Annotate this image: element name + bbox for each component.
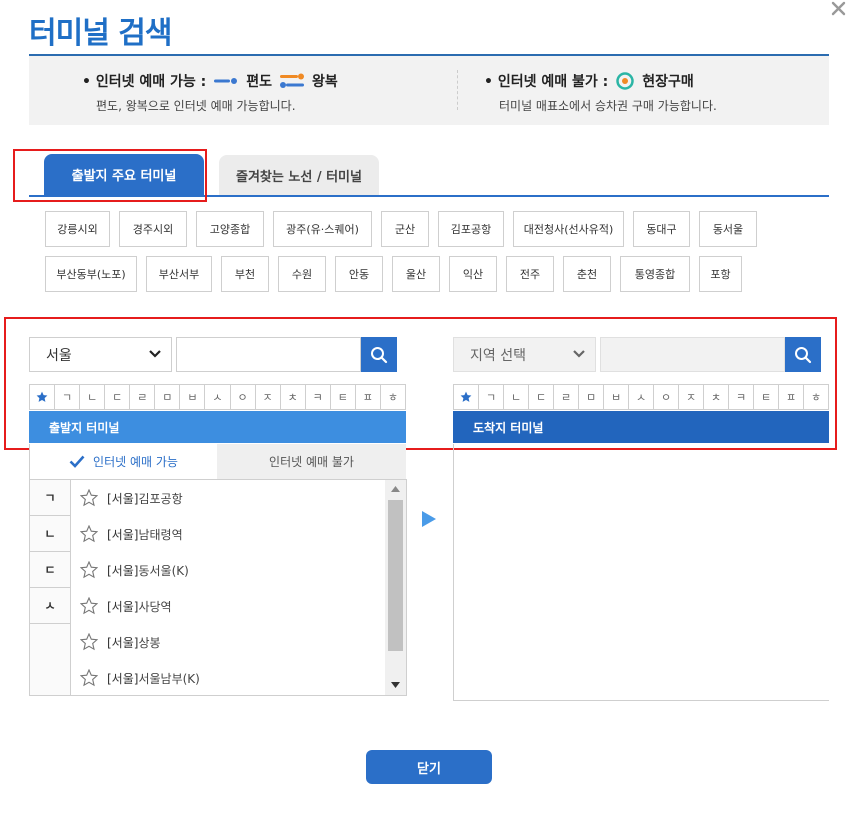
city-button[interactable]: 동대구	[633, 211, 690, 247]
terminal-name: 사당역	[138, 599, 172, 614]
close-icon[interactable]	[830, 0, 847, 17]
tab-online-available-label: 인터넷 예매 가능	[93, 455, 178, 469]
city-button[interactable]: 동서울	[699, 211, 757, 247]
city-button[interactable]: 춘천	[563, 256, 611, 292]
tab-online-unavailable[interactable]: 인터넷 예매 불가	[217, 444, 406, 479]
oneway-icon	[214, 78, 238, 84]
roundtrip-icon	[279, 73, 304, 88]
city-button[interactable]: 군산	[381, 211, 429, 247]
page-title: 터미널 검색	[29, 16, 172, 51]
terminal-list: ㄱ ㄴ ㄷ ㅅ [서울]김포공항 [서울]남태령역 [서울]동서울(K) [서울…	[29, 479, 407, 696]
scroll-up-icon[interactable]	[391, 486, 400, 492]
city-button[interactable]: 통영종합	[620, 256, 690, 292]
terminal-name: 남태령역	[138, 527, 183, 542]
terminal-name: 상봉	[138, 635, 161, 650]
list-item[interactable]: [서울]사당역	[80, 588, 172, 624]
checkmark-icon	[69, 455, 85, 468]
index-item[interactable]: ㄴ	[30, 516, 70, 552]
online-desc: 편도, 왕복으로 인터넷 예매 가능합니다.	[96, 99, 296, 113]
star-outline-icon[interactable]	[80, 597, 98, 615]
booking-legend: • 인터넷 예매 가능 : 편도 왕복 편도, 왕복으로 인터넷 예매 가능합니…	[29, 56, 829, 125]
city-button[interactable]: 익산	[449, 256, 497, 292]
list-scrollbar[interactable]	[385, 480, 406, 695]
index-item[interactable]: ㄷ	[30, 552, 70, 588]
scroll-down-icon[interactable]	[391, 682, 400, 688]
consonant-index: ㄱ ㄴ ㄷ ㅅ	[30, 480, 71, 695]
star-outline-icon[interactable]	[80, 633, 98, 651]
list-item[interactable]: [서울]서울남부(K)	[80, 660, 200, 695]
list-item[interactable]: [서울]동서울(K)	[80, 552, 189, 588]
city-button[interactable]: 경주시외	[119, 211, 187, 247]
index-item[interactable]: ㅅ	[30, 588, 70, 624]
offline-legend: • 인터넷 예매 불가 : 현장구매	[484, 71, 694, 91]
city-button[interactable]: 강릉시외	[45, 211, 110, 247]
arrow-right-icon	[422, 511, 436, 527]
index-item[interactable]: ㄱ	[30, 480, 70, 516]
terminal-name: 서울남부(K)	[138, 671, 200, 686]
scroll-thumb[interactable]	[388, 500, 403, 651]
terminal-prefix: [서울]	[107, 527, 139, 542]
city-button[interactable]: 울산	[392, 256, 440, 292]
star-outline-icon[interactable]	[80, 561, 98, 579]
terminal-prefix: [서울]	[107, 671, 139, 686]
close-button[interactable]: 닫기	[366, 750, 492, 784]
city-button[interactable]: 광주(유·스퀘어)	[273, 211, 372, 247]
roundtrip-label: 왕복	[311, 74, 338, 90]
city-button[interactable]: 수원	[278, 256, 326, 292]
list-item[interactable]: [서울]상봉	[80, 624, 161, 660]
onsite-icon	[616, 72, 634, 90]
city-button[interactable]: 안동	[335, 256, 383, 292]
tab-favorites[interactable]: 즐겨찾는 노선 / 터미널	[219, 155, 379, 195]
star-outline-icon[interactable]	[80, 489, 98, 507]
highlight-box-tab	[13, 149, 207, 202]
list-item[interactable]: [서울]남태령역	[80, 516, 183, 552]
city-button[interactable]: 부천	[221, 256, 269, 292]
availability-tabs: 인터넷 예매 가능 인터넷 예매 불가	[29, 444, 406, 479]
legend-divider	[457, 70, 458, 110]
terminal-prefix: [서울]	[107, 491, 139, 506]
star-outline-icon[interactable]	[80, 669, 98, 687]
terminal-prefix: [서울]	[107, 563, 139, 578]
city-button[interactable]: 김포공항	[438, 211, 504, 247]
online-label: • 인터넷 예매 가능 :	[82, 74, 207, 90]
offline-label: • 인터넷 예매 불가 :	[484, 74, 609, 90]
highlight-box-search	[4, 317, 837, 450]
offline-desc: 터미널 매표소에서 승차권 구매 가능합니다.	[499, 99, 717, 113]
city-button[interactable]: 포항	[699, 256, 742, 292]
star-outline-icon[interactable]	[80, 525, 98, 543]
oneway-label: 편도	[246, 74, 272, 90]
onsite-label: 현장구매	[642, 74, 694, 90]
terminal-name: 김포공항	[138, 491, 183, 506]
arrival-terminal-list	[453, 444, 829, 701]
city-button[interactable]: 부산서부	[146, 256, 212, 292]
city-button[interactable]: 대전청사(선사유적)	[513, 211, 624, 247]
city-button[interactable]: 부산동부(노포)	[45, 256, 137, 292]
terminal-prefix: [서울]	[107, 599, 139, 614]
city-button[interactable]: 전주	[506, 256, 554, 292]
terminal-name: 동서울(K)	[138, 563, 189, 578]
list-item[interactable]: [서울]김포공항	[80, 480, 183, 516]
tab-online-available[interactable]: 인터넷 예매 가능	[29, 444, 217, 479]
terminal-prefix: [서울]	[107, 635, 139, 650]
city-button[interactable]: 고양종합	[196, 211, 264, 247]
online-legend: • 인터넷 예매 가능 : 편도 왕복	[82, 71, 338, 91]
